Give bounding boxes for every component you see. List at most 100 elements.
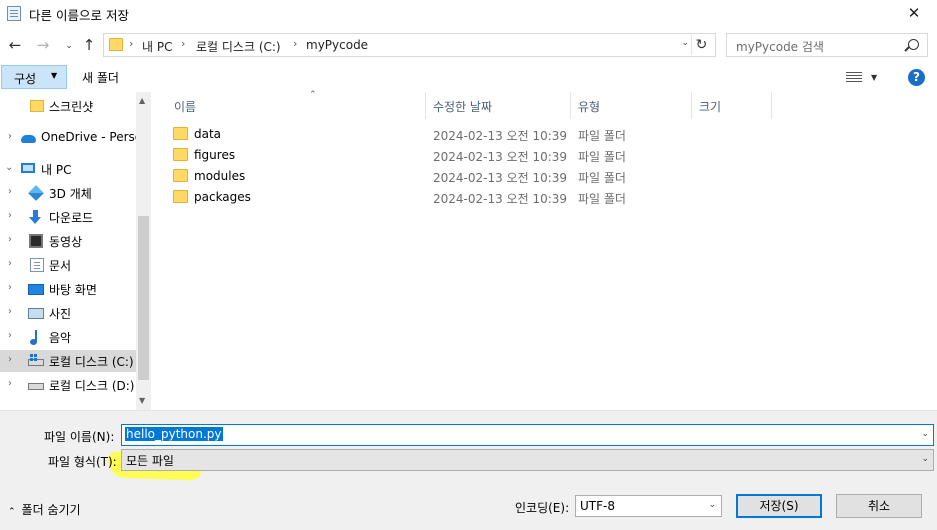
forward-arrow-icon[interactable]: → xyxy=(34,36,52,54)
column-header-modified[interactable]: 수정한 날짜 xyxy=(426,92,571,119)
expand-chevron-icon[interactable]: › xyxy=(8,210,12,221)
filetype-select[interactable]: 모든 파일 ⌄ xyxy=(121,449,934,471)
sidebar-item-onedrive[interactable]: › OneDrive - Person xyxy=(0,127,150,149)
recent-locations-chevron-icon[interactable]: ⌄ xyxy=(60,37,78,55)
column-header-label: 이름 xyxy=(174,100,197,114)
encoding-dropdown-icon[interactable]: ⌄ xyxy=(708,500,716,510)
new-folder-button[interactable]: 새 폴더 xyxy=(82,69,119,86)
filename-value[interactable]: hello_python.py xyxy=(125,427,223,441)
collapse-chevron-icon[interactable]: ⌄ xyxy=(5,162,13,173)
file-list: 이름 ⌃ 수정한 날짜 유형 크기 data 2024-02-13 오전 10:… xyxy=(151,90,937,410)
chevron-up-icon: ⌃ xyxy=(8,507,16,517)
filename-dropdown-icon[interactable]: ⌄ xyxy=(921,429,929,439)
breadcrumb-separator[interactable]: › xyxy=(181,37,185,50)
refresh-icon[interactable]: ↻ xyxy=(691,35,711,55)
caret-down-icon: ▼ xyxy=(51,71,58,80)
up-arrow-icon[interactable]: ↑ xyxy=(80,36,98,54)
filename-label: 파일 이름(N): xyxy=(44,430,115,444)
hide-folders-button[interactable]: ⌃ 폴더 숨기기 xyxy=(8,501,81,518)
breadcrumb-separator[interactable]: › xyxy=(129,37,133,50)
sidebar-scrollbar[interactable]: ▲ ▼ xyxy=(136,92,151,410)
sidebar-item-local-disk-d[interactable]: › 로컬 디스크 (D:) xyxy=(0,374,136,396)
help-icon[interactable]: ? xyxy=(908,69,925,86)
music-icon xyxy=(28,330,42,345)
table-row[interactable]: figures 2024-02-13 오전 10:39 파일 폴더 xyxy=(173,145,773,166)
drive-d-icon xyxy=(28,383,44,390)
expand-chevron-icon[interactable]: › xyxy=(8,186,12,197)
search-input[interactable]: myPycode 검색 xyxy=(726,33,928,57)
sort-ascending-icon: ⌃ xyxy=(309,90,317,100)
file-name: modules xyxy=(194,169,246,183)
file-modified: 2024-02-13 오전 10:39 xyxy=(433,171,568,185)
sidebar-item-local-disk-c[interactable]: › 로컬 디스크 (C:) xyxy=(0,350,136,372)
breadcrumb-this-pc[interactable]: 내 PC xyxy=(142,38,172,55)
sidebar-item-label: 사진 xyxy=(49,307,72,321)
file-modified: 2024-02-13 오전 10:39 xyxy=(433,129,568,143)
file-type: 파일 폴더 xyxy=(578,192,626,206)
sidebar-item-label: 3D 개체 xyxy=(49,187,92,201)
file-type: 파일 폴더 xyxy=(578,171,626,185)
folder-icon xyxy=(173,127,188,140)
sidebar-item-downloads[interactable]: › 다운로드 xyxy=(0,206,136,228)
window-title: 다른 이름으로 저장 xyxy=(29,8,129,23)
sidebar-item-3d-objects[interactable]: › 3D 개체 xyxy=(0,182,136,204)
filetype-value: 모든 파일 xyxy=(126,454,174,468)
navigation-bar: ← → ⌄ ↑ › 내 PC › 로컬 디스크 (C:) › myPycode … xyxy=(0,28,937,62)
breadcrumb-mypycode[interactable]: myPycode xyxy=(306,38,368,52)
sidebar-item-label: 다운로드 xyxy=(49,211,94,225)
folder-icon xyxy=(173,148,188,161)
expand-chevron-icon[interactable]: › xyxy=(8,131,12,142)
view-caret-icon[interactable]: ▼ xyxy=(871,73,877,82)
breadcrumb-local-disk-c[interactable]: 로컬 디스크 (C:) xyxy=(196,38,281,55)
breadcrumb-separator[interactable]: › xyxy=(293,37,297,50)
download-icon xyxy=(28,210,42,224)
table-row[interactable]: packages 2024-02-13 오전 10:39 파일 폴더 xyxy=(173,187,773,208)
scroll-up-icon[interactable]: ▲ xyxy=(139,96,145,105)
encoding-select[interactable]: UTF-8 ⌄ xyxy=(575,495,722,517)
folder-icon xyxy=(30,100,44,112)
filetype-label: 파일 형식(T): xyxy=(48,455,117,469)
sidebar-item-label: 로컬 디스크 (C:) xyxy=(49,355,134,369)
file-type: 파일 폴더 xyxy=(578,150,626,164)
close-button[interactable]: ✕ xyxy=(891,0,937,28)
column-header-name[interactable]: 이름 ⌃ xyxy=(167,90,426,119)
filetype-dropdown-icon[interactable]: ⌄ xyxy=(921,454,929,464)
address-dropdown-icon[interactable]: ⌄ xyxy=(681,38,689,48)
command-toolbar: 구성 ▼ 새 폴더 ▼ ? xyxy=(0,62,937,92)
search-icon[interactable] xyxy=(908,39,919,50)
sidebar-item-pictures[interactable]: › 사진 xyxy=(0,302,136,324)
table-row[interactable]: data 2024-02-13 오전 10:39 파일 폴더 xyxy=(173,124,773,145)
sidebar-item-screenshots[interactable]: 스크린샷 xyxy=(0,95,136,117)
expand-chevron-icon[interactable]: › xyxy=(8,234,12,245)
cancel-button[interactable]: 취소 xyxy=(836,494,922,518)
expand-chevron-icon[interactable]: › xyxy=(8,354,12,365)
view-options-icon[interactable] xyxy=(846,72,862,83)
column-header-label: 크기 xyxy=(699,100,722,114)
organize-button[interactable]: 구성 ▼ xyxy=(1,65,67,89)
folder-icon xyxy=(173,169,188,182)
document-icon xyxy=(30,258,44,272)
sidebar-item-this-pc[interactable]: ⌄ 내 PC xyxy=(0,158,136,180)
expand-chevron-icon[interactable]: › xyxy=(8,330,12,341)
sidebar-item-desktop[interactable]: › 바탕 화면 xyxy=(0,278,136,300)
sidebar-item-documents[interactable]: › 문서 xyxy=(0,254,136,276)
folder-icon xyxy=(109,38,123,51)
filename-input[interactable]: hello_python.py ⌄ xyxy=(121,424,934,446)
table-row[interactable]: modules 2024-02-13 오전 10:39 파일 폴더 xyxy=(173,166,773,187)
column-header-type[interactable]: 유형 xyxy=(571,92,692,119)
drive-c-icon xyxy=(28,354,44,366)
address-bar[interactable]: › 내 PC › 로컬 디스크 (C:) › myPycode ⌄ ↻ xyxy=(103,33,716,57)
sidebar-item-videos[interactable]: › 동영상 xyxy=(0,230,136,252)
scroll-down-icon[interactable]: ▼ xyxy=(139,396,145,405)
expand-chevron-icon[interactable]: › xyxy=(8,282,12,293)
encoding-value: UTF-8 xyxy=(580,499,615,513)
expand-chevron-icon[interactable]: › xyxy=(8,378,12,389)
expand-chevron-icon[interactable]: › xyxy=(8,306,12,317)
save-dialog-icon xyxy=(7,6,21,21)
back-arrow-icon[interactable]: ← xyxy=(6,36,24,54)
scrollbar-thumb[interactable] xyxy=(138,216,149,380)
column-header-size[interactable]: 크기 xyxy=(692,92,772,119)
expand-chevron-icon[interactable]: › xyxy=(8,258,12,269)
save-button[interactable]: 저장(S) xyxy=(736,494,822,518)
sidebar-item-music[interactable]: › 음악 xyxy=(0,326,136,348)
